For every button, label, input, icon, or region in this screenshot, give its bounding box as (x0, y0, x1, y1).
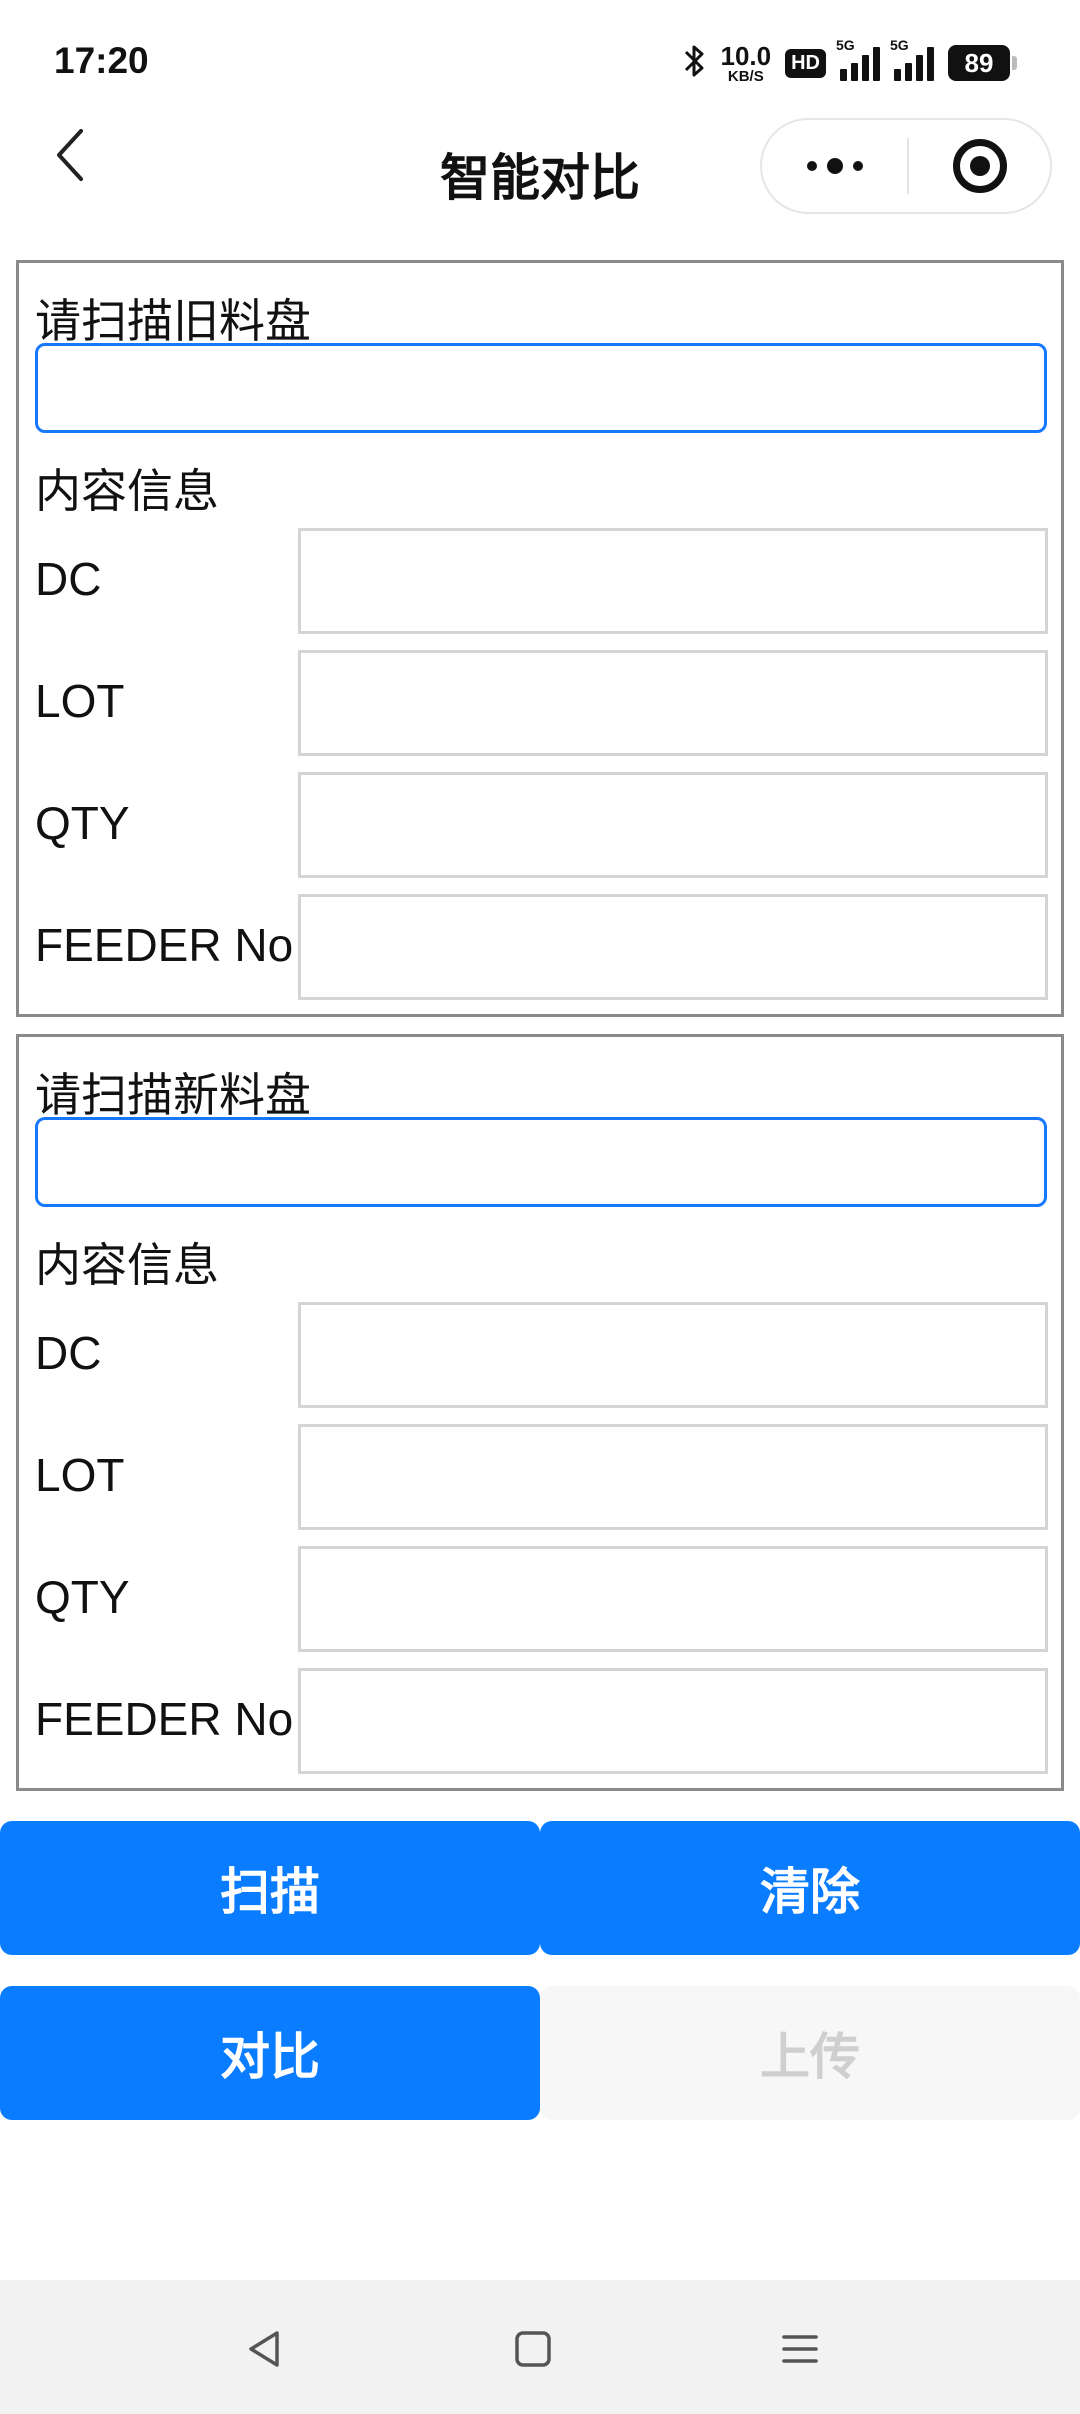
more-dots-icon (806, 161, 817, 171)
new-reel-scan-label: 请扫描新料盘 (35, 1068, 311, 1122)
target-icon (952, 139, 1007, 193)
status-time: 17:20 (54, 40, 149, 81)
new-reel-section: 请扫描新料盘 内容信息 DC LOT QTY FEEDER No (16, 1034, 1064, 1791)
miniprogram-capsule (760, 118, 1052, 214)
old-reel-lot-field[interactable] (298, 650, 1048, 756)
system-back-button[interactable] (230, 2314, 300, 2384)
square-home-icon (515, 2331, 551, 2367)
old-reel-feeder-field[interactable] (298, 894, 1048, 1000)
upload-button[interactable]: 上传 (540, 1986, 1080, 2120)
signal-icon-2: 5G (890, 37, 934, 81)
compare-button[interactable]: 对比 (0, 1986, 540, 2120)
old-reel-dc-field[interactable] (298, 528, 1048, 634)
old-reel-info-label: 内容信息 (35, 464, 219, 518)
new-reel-feeder-field[interactable] (298, 1668, 1048, 1774)
new-reel-qty-field[interactable] (298, 1546, 1048, 1652)
nav-bar: 智能对比 (0, 110, 1080, 240)
new-reel-dc-row: DC (19, 1302, 1061, 1408)
bluetooth-icon (683, 42, 707, 84)
new-reel-lot-row: LOT (19, 1424, 1061, 1530)
triangle-back-icon (249, 2331, 279, 2367)
close-miniprogram-button[interactable] (909, 139, 1050, 193)
field-label: LOT (35, 675, 125, 727)
old-reel-scan-label: 请扫描旧料盘 (35, 294, 311, 348)
hamburger-menu-icon (782, 2335, 818, 2363)
new-reel-scan-input[interactable] (35, 1117, 1047, 1207)
field-label: LOT (35, 1449, 125, 1501)
old-reel-lot-row: LOT (19, 650, 1061, 756)
field-label: FEEDER No (35, 1693, 294, 1745)
field-label: FEEDER No (35, 919, 294, 971)
field-label: DC (35, 1327, 102, 1379)
old-reel-qty-row: QTY (19, 772, 1061, 878)
battery-icon: 89 (948, 45, 1017, 81)
more-button[interactable] (762, 120, 907, 212)
status-bar: 17:20 10.0 KB/S HD 5G 5G 89 (0, 0, 1080, 110)
system-nav-bar (0, 2280, 1080, 2414)
new-reel-lot-field[interactable] (298, 1424, 1048, 1530)
signal-icon: 5G (836, 37, 880, 81)
system-home-button[interactable] (498, 2314, 568, 2384)
old-reel-dc-row: DC (19, 528, 1061, 634)
new-reel-qty-row: QTY (19, 1546, 1061, 1652)
field-label: DC (35, 553, 102, 605)
old-reel-feeder-row: FEEDER No (19, 894, 1061, 1000)
scan-button[interactable]: 扫描 (0, 1821, 540, 1955)
field-label: QTY (35, 797, 130, 849)
field-label: QTY (35, 1571, 130, 1623)
old-reel-scan-input[interactable] (35, 343, 1047, 433)
system-menu-button[interactable] (765, 2314, 835, 2384)
network-speed: 10.0 KB/S (720, 40, 772, 85)
old-reel-section: 请扫描旧料盘 内容信息 DC LOT QTY FEEDER No (16, 260, 1064, 1017)
status-icons: 10.0 KB/S HD 5G 5G 89 (683, 37, 1017, 88)
new-reel-info-label: 内容信息 (35, 1238, 219, 1292)
old-reel-qty-field[interactable] (298, 772, 1048, 878)
clear-button[interactable]: 清除 (540, 1821, 1080, 1955)
new-reel-dc-field[interactable] (298, 1302, 1048, 1408)
hd-badge: HD (785, 48, 826, 78)
new-reel-feeder-row: FEEDER No (19, 1668, 1061, 1774)
